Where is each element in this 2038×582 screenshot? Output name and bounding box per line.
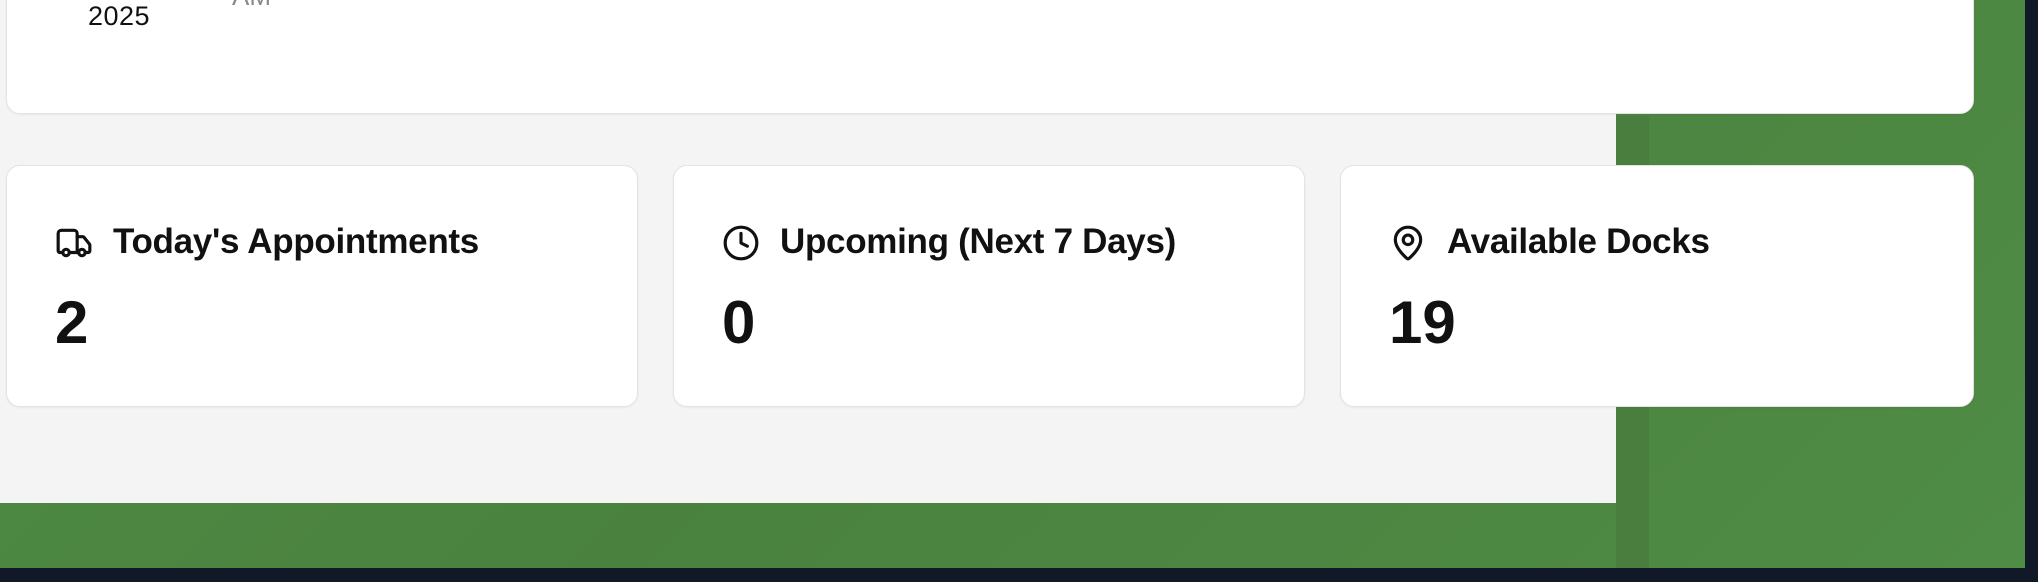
truck-icon [56, 228, 92, 258]
stat-card-todays-appointments: Today's Appointments 2 [6, 165, 638, 407]
stat-value: 19 [1389, 289, 1456, 356]
time-text: AM [232, 0, 271, 12]
map-pin-icon [1393, 225, 1423, 261]
clock-icon [723, 225, 759, 261]
stat-card-available-docks: Available Docks 19 [1340, 165, 1974, 407]
stat-card-upcoming: Upcoming (Next 7 Days) 0 [673, 165, 1305, 407]
date-year-text: 2025 [88, 1, 151, 31]
stat-label: Available Docks [1447, 222, 1710, 261]
stat-value: 0 [722, 289, 756, 356]
stat-value: 2 [55, 289, 89, 356]
stat-label: Upcoming (Next 7 Days) [780, 222, 1176, 261]
stat-label: Today's Appointments [113, 222, 479, 261]
schedule-card: 2025 AM [6, 0, 1974, 114]
